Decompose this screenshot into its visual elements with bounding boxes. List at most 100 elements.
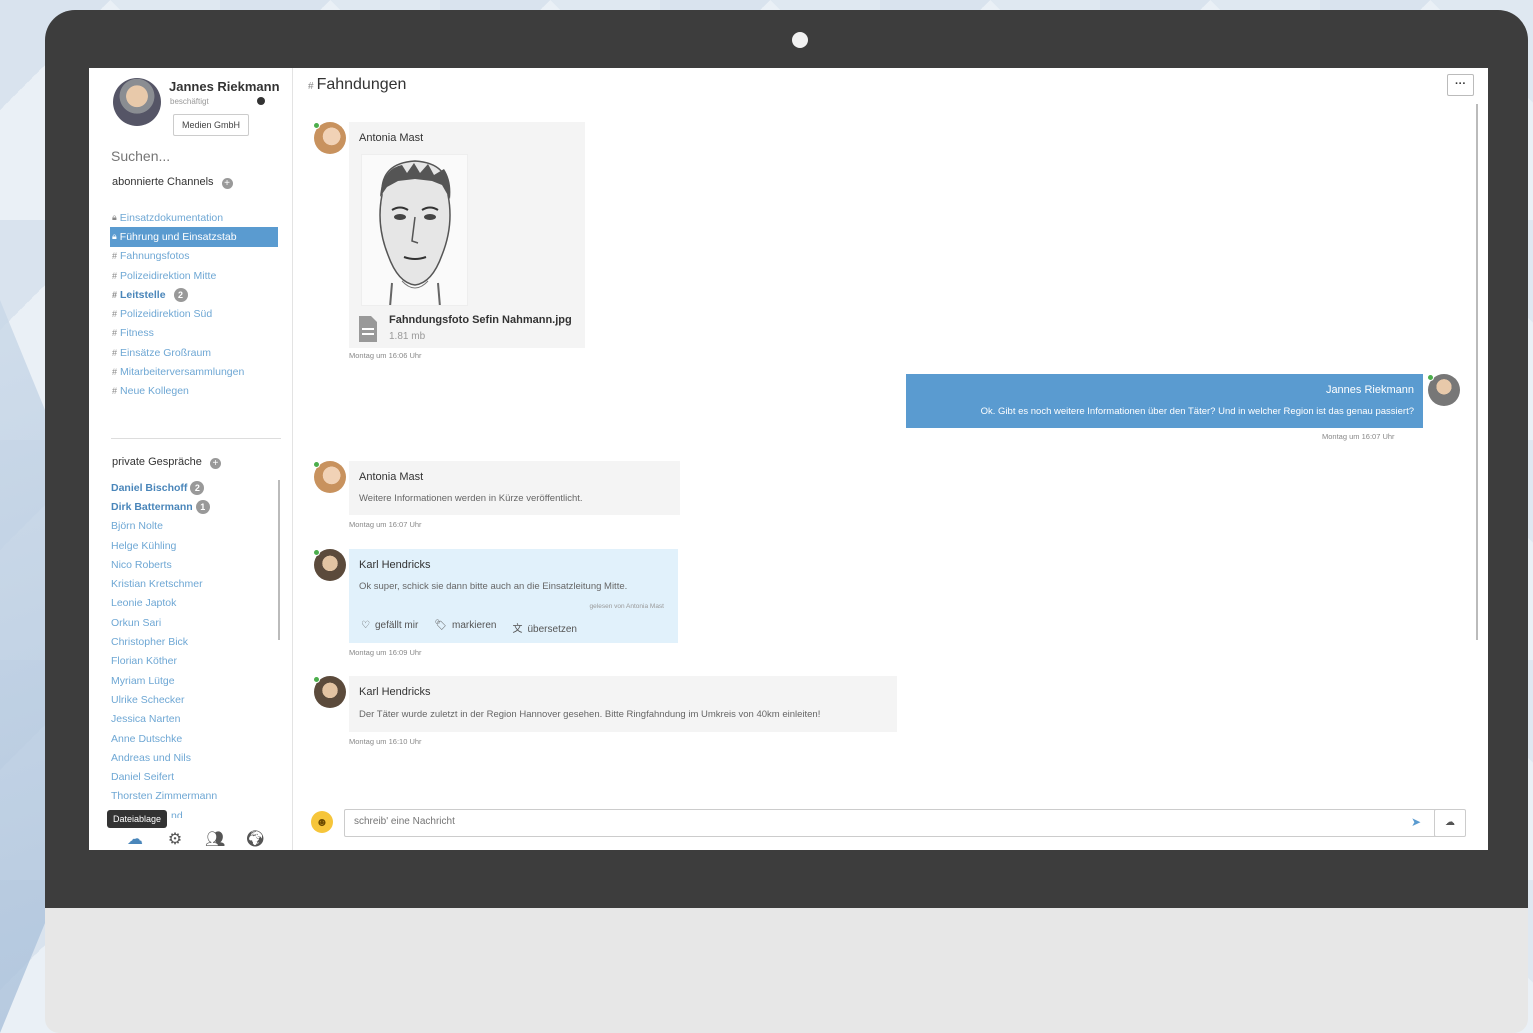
online-indicator: [313, 676, 320, 683]
message-author: Antonia Mast: [359, 132, 424, 144]
contact-item[interactable]: Andreas und Nils: [111, 748, 271, 767]
file-size: 1.81 mb: [389, 331, 426, 342]
tooltip: Dateiablage: [107, 810, 168, 828]
profile-name: Jannes Riekmann: [169, 79, 280, 94]
message-text: Ok super, schick sie dann bitte auch an …: [359, 581, 628, 592]
cloud-icon[interactable]: ☁: [125, 831, 145, 849]
message-author: Jannes Riekmann: [1325, 384, 1414, 396]
send-icon[interactable]: ➤: [1411, 815, 1421, 829]
channel-label: Einsätze Großraum: [120, 346, 212, 359]
channel-label: Leitstelle: [120, 288, 166, 301]
channel-item[interactable]: # Polizeidirektion Mitte: [110, 266, 278, 285]
private-title: private Gespräche: [112, 456, 202, 468]
add-conversation-icon[interactable]: +: [209, 458, 221, 469]
contact-item[interactable]: Helge Kühling: [111, 536, 271, 555]
avatar[interactable]: [113, 78, 161, 126]
contact-item[interactable]: Nico Roberts: [111, 555, 271, 574]
message-composer: ➤ ☁: [344, 809, 1466, 837]
lock-icon: 🔒︎: [112, 212, 117, 223]
channels-title: abonnierte Channels: [112, 176, 214, 188]
contact-item[interactable]: Anne Dutschke: [111, 729, 271, 748]
channel-title: Fahndungen: [316, 76, 407, 93]
chat-panel: # Fahndungen ··· Antonia Mast Fahndungsf…: [294, 68, 1488, 850]
contact-item[interactable]: Ulrike Schecker: [111, 690, 271, 709]
globe-icon[interactable]: 🌍︎: [245, 831, 265, 849]
hash-icon: #: [112, 367, 118, 378]
status-dot-icon[interactable]: [257, 97, 265, 105]
message-input[interactable]: [354, 816, 1354, 827]
company-button[interactable]: Medien GmbH: [173, 114, 249, 136]
unread-badge: 2: [173, 287, 188, 302]
contact-name: Dirk Battermann: [111, 500, 193, 513]
file-name[interactable]: Fahndungsfoto Sefin Nahmann.jpg: [389, 314, 572, 326]
heart-icon: ♡: [361, 620, 370, 631]
private-header: private Gespräche +: [112, 456, 221, 469]
channel-item[interactable]: # Mitarbeiterversammlungen: [110, 362, 278, 381]
channel-item[interactable]: # Einsätze Großraum: [110, 343, 278, 362]
message-author: Karl Hendricks: [359, 559, 431, 571]
online-indicator: [313, 461, 320, 468]
channel-item[interactable]: # Neue Kollegen: [110, 382, 278, 401]
contact-item[interactable]: Björn Nolte: [111, 517, 271, 536]
channel-label: Mitarbeiterversammlungen: [120, 366, 245, 379]
message-bubble: Antonia Mast Weitere Informationen werde…: [349, 461, 680, 515]
online-indicator: [313, 122, 320, 129]
online-indicator: [1427, 374, 1434, 381]
tag-action[interactable]: 🏷︎ markieren: [434, 620, 496, 635]
channel-item[interactable]: # Fitness: [110, 324, 278, 343]
hash-icon: #: [308, 81, 314, 92]
channel-item[interactable]: # Polizeidirektion Süd: [110, 304, 278, 323]
hash-icon: #: [112, 309, 118, 320]
translate-icon: 文: [512, 624, 523, 635]
hash-icon: #: [112, 270, 118, 281]
message-bubble: Antonia Mast Fahndungsfoto Sefin Nahmann…: [349, 122, 585, 348]
message-bubble-own: Jannes Riekmann Ok. Gibt es noch weitere…: [906, 374, 1423, 428]
contact-item[interactable]: Daniel Seifert: [111, 767, 271, 786]
contact-item[interactable]: Thorsten Zimmermann: [111, 787, 271, 806]
channel-label: Führung und Einsatzstab: [119, 230, 237, 243]
message-text: Weitere Informationen werden in Kürze ve…: [359, 493, 583, 504]
channel-item[interactable]: # Leitstelle 2: [110, 285, 278, 304]
add-channel-icon[interactable]: +: [221, 178, 233, 189]
message-time: Montag um 16:09 Uhr: [349, 648, 422, 657]
gears-icon[interactable]: ⚙: [165, 831, 185, 849]
divider: [111, 438, 281, 439]
message-time: Montag um 16:10 Uhr: [349, 737, 422, 746]
users-icon[interactable]: 👥︎: [205, 831, 225, 849]
contact-item[interactable]: Christopher Bick: [111, 632, 271, 651]
read-receipt: gelesen von Antonia Mast: [589, 603, 664, 610]
tag-icon: 🏷︎: [434, 620, 448, 631]
contact-name: Daniel Bischoff: [111, 481, 188, 494]
contact-item[interactable]: Florian Köther: [111, 652, 271, 671]
upload-button[interactable]: ☁: [1434, 809, 1466, 837]
message-time: Montag um 16:06 Uhr: [349, 351, 422, 360]
image-attachment[interactable]: [361, 154, 468, 306]
contact-item[interactable]: Kristian Kretschmer: [111, 574, 271, 593]
more-button[interactable]: ···: [1447, 74, 1474, 96]
contact-item[interactable]: Orkun Sari: [111, 613, 271, 632]
contact-item[interactable]: Dirk Battermann 1: [111, 497, 271, 516]
channel-label: Neue Kollegen: [120, 385, 189, 398]
message-time: Montag um 16:07 Uhr: [349, 520, 422, 529]
like-label: gefällt mir: [374, 620, 419, 631]
contact-item[interactable]: Leonie Japtok: [111, 594, 271, 613]
chat-scrollbar[interactable]: [1476, 104, 1478, 640]
translate-action[interactable]: 文 übersetzen: [513, 620, 577, 635]
sidebar-scrollbar[interactable]: [278, 480, 280, 640]
emoji-icon[interactable]: ☻: [311, 811, 333, 833]
contact-item[interactable]: Myriam Lütge: [111, 671, 271, 690]
message-author: Antonia Mast: [359, 471, 424, 483]
channels-header: abonnierte Channels +: [112, 176, 233, 189]
like-action[interactable]: ♡ gefällt mir: [361, 620, 418, 635]
channel-item[interactable]: 🔒︎ Einsatzdokumentation: [110, 208, 278, 227]
channel-label: Fitness: [120, 327, 154, 340]
search-input[interactable]: [111, 148, 261, 164]
message-time: Montag um 16:07 Uhr: [1322, 432, 1395, 441]
translate-label: übersetzen: [527, 624, 577, 635]
channel-list: 🔒︎ Einsatzdokumentation 🔒︎ Führung und Ein…: [110, 208, 278, 401]
channel-item-active[interactable]: 🔒︎ Führung und Einsatzstab: [110, 227, 278, 247]
contact-item[interactable]: Jessica Narten: [111, 710, 271, 729]
channel-item[interactable]: # Fahnungsfotos: [110, 247, 278, 266]
message-text: Der Täter wurde zuletzt in der Region Ha…: [359, 709, 821, 720]
contact-item[interactable]: Daniel Bischoff 2: [111, 478, 271, 497]
